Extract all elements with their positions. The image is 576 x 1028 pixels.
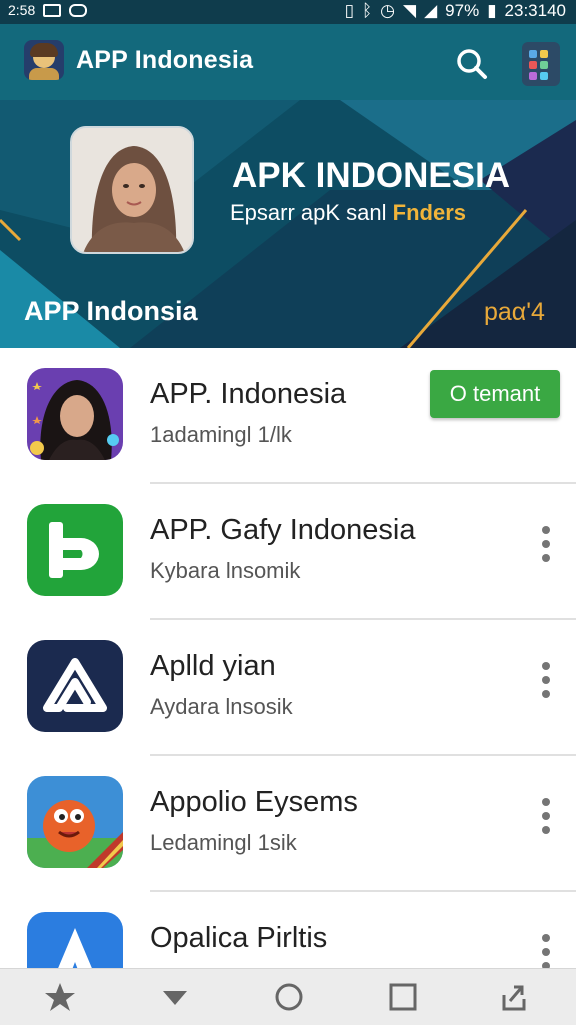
apps-grid-button[interactable] bbox=[522, 42, 560, 86]
banner-page-indicator: paα'4 bbox=[484, 298, 545, 326]
bottom-navigation bbox=[0, 968, 576, 1025]
green-b-logo-icon bbox=[27, 504, 123, 596]
list-item[interactable]: Appolio Eysems Ledamingl 1sik bbox=[0, 756, 576, 892]
list-item[interactable]: APP. Gafy Indonesia Kybara lnsomik bbox=[0, 484, 576, 620]
list-item[interactable]: APP. Indonesia 1adamingl 1/lk O temant bbox=[0, 348, 576, 484]
woman-portrait-icon bbox=[27, 368, 123, 460]
status-bar: 2:58 ▯ ᛒ ◷ ◥ ◢ 97% ▮ 23:3140 bbox=[0, 0, 576, 24]
app-subtitle: Kybara lnsomik bbox=[150, 558, 301, 583]
banner-subtitle-highlight: Fnders bbox=[392, 200, 466, 225]
vibrate-icon: ▯ bbox=[344, 1, 354, 20]
cast-icon bbox=[69, 3, 88, 17]
nav-home-button[interactable] bbox=[257, 969, 321, 1025]
app-name: Opalica Pirltis bbox=[150, 922, 328, 954]
banner-subtitle-text: Epsarr apK sanl bbox=[230, 200, 393, 225]
search-button[interactable] bbox=[452, 44, 492, 84]
wifi-icon: ◥ bbox=[403, 1, 417, 20]
status-time: 23:3140 bbox=[504, 1, 566, 20]
app-title: APP Indonesia bbox=[76, 46, 254, 74]
app-bar: APP Indonesia bbox=[0, 24, 576, 100]
app-name: Appolio Eysems bbox=[150, 786, 358, 818]
triangle-logo-icon bbox=[27, 640, 123, 732]
status-left-text: 2:58 bbox=[8, 2, 36, 18]
recents-square-icon bbox=[389, 983, 417, 1011]
app-subtitle: Ledamingl 1sik bbox=[150, 830, 297, 855]
more-options-button[interactable] bbox=[532, 932, 560, 972]
more-vert-icon bbox=[542, 934, 550, 942]
more-options-button[interactable] bbox=[532, 660, 560, 700]
search-icon bbox=[457, 49, 487, 79]
more-vert-icon bbox=[542, 798, 550, 806]
featured-banner[interactable]: APK INDONESIA Epsarr apK sanl Fnders APP… bbox=[0, 100, 576, 348]
nav-back-button[interactable] bbox=[143, 969, 207, 1025]
bluetooth-icon: ᛒ bbox=[361, 1, 373, 20]
nav-favorites-button[interactable] bbox=[28, 969, 92, 1025]
banner-bottom-label: APP Indonsia bbox=[24, 296, 198, 326]
app-list: APP. Indonesia 1adamingl 1/lk O temant A… bbox=[0, 348, 576, 1028]
share-icon bbox=[502, 985, 526, 1011]
install-button[interactable]: O temant bbox=[430, 370, 560, 418]
home-circle-icon bbox=[275, 983, 303, 1011]
hero-photo bbox=[70, 126, 194, 254]
more-options-button[interactable] bbox=[532, 796, 560, 836]
app-logo-icon bbox=[24, 40, 64, 80]
app-name: APP. Gafy Indonesia bbox=[150, 514, 416, 546]
app-name: APP. Indonesia bbox=[150, 378, 347, 410]
banner-title: APK INDONESIA bbox=[232, 156, 511, 195]
star-icon bbox=[45, 983, 75, 1011]
cartoon-mascot-icon bbox=[27, 776, 123, 868]
signal-icon: ◢ bbox=[424, 1, 438, 20]
more-options-button[interactable] bbox=[532, 524, 560, 564]
app-name: Aplld yian bbox=[150, 650, 276, 682]
nav-share-button[interactable] bbox=[482, 969, 546, 1025]
battery-percent: 97% bbox=[445, 1, 480, 20]
more-vert-icon bbox=[542, 526, 550, 534]
apps-grid-icon bbox=[529, 50, 537, 58]
list-item[interactable]: Aplld yian Aydara lnsosik bbox=[0, 620, 576, 756]
more-vert-icon bbox=[542, 662, 550, 670]
banner-subtitle: Epsarr apK sanl Fnders bbox=[230, 200, 466, 226]
app-subtitle: Aydara lnsosik bbox=[150, 694, 293, 719]
app-subtitle: 1adamingl 1/lk bbox=[150, 422, 292, 447]
nav-recents-button[interactable] bbox=[371, 969, 435, 1025]
alarm-icon: ◷ bbox=[380, 1, 395, 20]
image-icon bbox=[43, 3, 62, 17]
back-triangle-icon bbox=[163, 991, 187, 1005]
battery-icon: ▮ bbox=[487, 1, 497, 20]
